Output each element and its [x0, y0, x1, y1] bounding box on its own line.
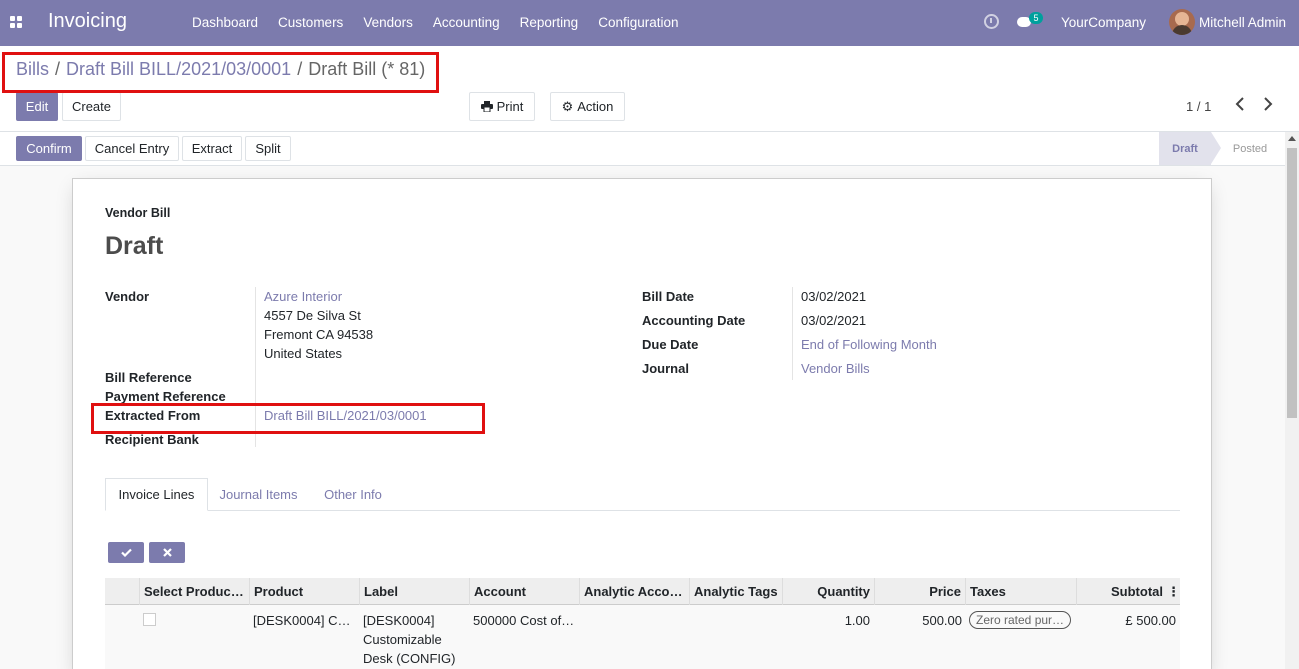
app-name[interactable]: Invoicing [48, 10, 127, 33]
field-divider [792, 287, 793, 380]
menu-configuration[interactable]: Configuration [598, 15, 678, 30]
cell-quantity[interactable]: 1.00 [782, 613, 870, 628]
edit-button[interactable]: Edit [16, 92, 58, 121]
column-account[interactable]: Account [469, 578, 579, 605]
invoice-lines-table-header: Select Produc… Product Label Account Ana… [105, 578, 1180, 605]
column-quantity[interactable]: Quantity [782, 578, 874, 605]
vendor-address-street: 4557 De Silva St [264, 308, 361, 323]
menu-accounting[interactable]: Accounting [433, 15, 500, 30]
vendor-link[interactable]: Azure Interior [264, 289, 342, 304]
vertical-scrollbar[interactable] [1285, 132, 1299, 669]
handle-column [105, 578, 139, 605]
apps-menu-icon[interactable] [10, 16, 22, 28]
column-price[interactable]: Price [874, 578, 965, 605]
bill-date-value[interactable]: 03/02/2021 [801, 289, 866, 304]
select-product-checkbox[interactable] [143, 613, 156, 626]
printer-icon [480, 101, 493, 112]
gear-icon: ⚙ [561, 98, 574, 114]
due-date-label: Due Date [642, 337, 699, 352]
bill-reference-label: Bill Reference [105, 370, 192, 385]
tab-journal-items[interactable]: Journal Items [212, 478, 305, 511]
accounting-date-value[interactable]: 03/02/2021 [801, 313, 866, 328]
status-bar: Confirm Cancel Entry Extract Split Draft… [0, 132, 1299, 166]
confirm-button[interactable]: Confirm [16, 136, 82, 161]
create-button[interactable]: Create [62, 92, 121, 121]
notebook-tabs: Invoice Lines Journal Items Other Info [105, 478, 1180, 511]
accounting-date-label: Accounting Date [642, 313, 746, 328]
pager-value[interactable]: 1 / 1 [1186, 99, 1211, 114]
extracted-from-highlight-box [91, 403, 485, 434]
action-label: Action [577, 99, 614, 114]
breadcrumb-highlight-box [2, 52, 439, 93]
cell-price[interactable]: 500.00 [874, 613, 962, 628]
tab-other-info[interactable]: Other Info [315, 478, 391, 511]
check-icon [120, 548, 132, 557]
column-product[interactable]: Product [249, 578, 359, 605]
activity-clock-icon[interactable] [984, 14, 999, 29]
menu-customers[interactable]: Customers [278, 15, 343, 30]
cell-subtotal: £ 500.00 [1125, 613, 1176, 628]
main-menu: Dashboard Customers Vendors Accounting R… [192, 15, 679, 30]
vendor-label: Vendor [105, 289, 150, 304]
bill-date-label: Bill Date [642, 289, 695, 304]
save-line-button[interactable] [108, 542, 144, 563]
cancel-entry-button[interactable]: Cancel Entry [85, 136, 179, 161]
pager-next-icon[interactable] [1261, 97, 1275, 113]
split-button[interactable]: Split [245, 136, 291, 161]
cell-product[interactable]: [DESK0004] C… [253, 613, 355, 628]
menu-dashboard[interactable]: Dashboard [192, 15, 258, 30]
column-analytic-account[interactable]: Analytic Acco… [579, 578, 689, 605]
message-count-badge: 5 [1029, 12, 1043, 24]
column-analytic-tags[interactable]: Analytic Tags [689, 578, 782, 605]
payment-reference-label: Payment Reference [105, 389, 226, 404]
messaging-icon[interactable]: 5 [1017, 12, 1043, 32]
discard-line-button[interactable] [149, 542, 185, 563]
user-avatar[interactable] [1169, 9, 1195, 35]
column-taxes[interactable]: Taxes [965, 578, 1076, 605]
close-icon [162, 548, 172, 557]
vendor-address-country: United States [264, 346, 343, 361]
user-menu[interactable]: Mitchell Admin [1199, 15, 1286, 30]
menu-reporting[interactable]: Reporting [520, 15, 579, 30]
extract-button[interactable]: Extract [182, 136, 242, 161]
action-button[interactable]: ⚙ Action [550, 92, 625, 121]
recipient-bank-label: Recipient Bank [105, 432, 199, 447]
stage-draft[interactable]: Draft [1159, 132, 1221, 165]
due-date-link[interactable]: End of Following Month [801, 337, 937, 352]
cell-account[interactable]: 500000 Cost of… [473, 613, 577, 628]
pager-previous-icon[interactable] [1233, 97, 1247, 113]
journal-link[interactable]: Vendor Bills [801, 361, 870, 376]
company-switcher[interactable]: YourCompany [1061, 15, 1146, 30]
document-title: Draft [105, 232, 164, 260]
document-type-label: Vendor Bill [105, 206, 171, 220]
menu-vendors[interactable]: Vendors [363, 15, 413, 30]
cell-label-line3[interactable]: Desk (CONFIG) [363, 651, 455, 666]
journal-label: Journal [642, 361, 689, 376]
scrollbar-thumb[interactable] [1287, 148, 1297, 418]
column-select-product[interactable]: Select Produc… [139, 578, 249, 605]
print-label: Print [496, 99, 524, 114]
column-label[interactable]: Label [359, 578, 469, 605]
vendor-address-city: Fremont CA 94538 [264, 327, 374, 342]
top-navbar: Invoicing Dashboard Customers Vendors Ac… [0, 0, 1299, 46]
cell-label-line2[interactable]: Customizable [363, 632, 442, 647]
cell-label-line1[interactable]: [DESK0004] [363, 613, 435, 628]
print-button[interactable]: Print [469, 92, 535, 121]
stage-posted[interactable]: Posted [1218, 132, 1282, 165]
scroll-up-icon[interactable] [1288, 136, 1296, 141]
column-subtotal[interactable]: Subtotal [1076, 578, 1167, 605]
tax-tag[interactable]: Zero rated pur… [969, 611, 1071, 629]
tab-invoice-lines[interactable]: Invoice Lines [105, 478, 208, 511]
optional-columns-icon[interactable]: ⋮ [1167, 578, 1180, 605]
